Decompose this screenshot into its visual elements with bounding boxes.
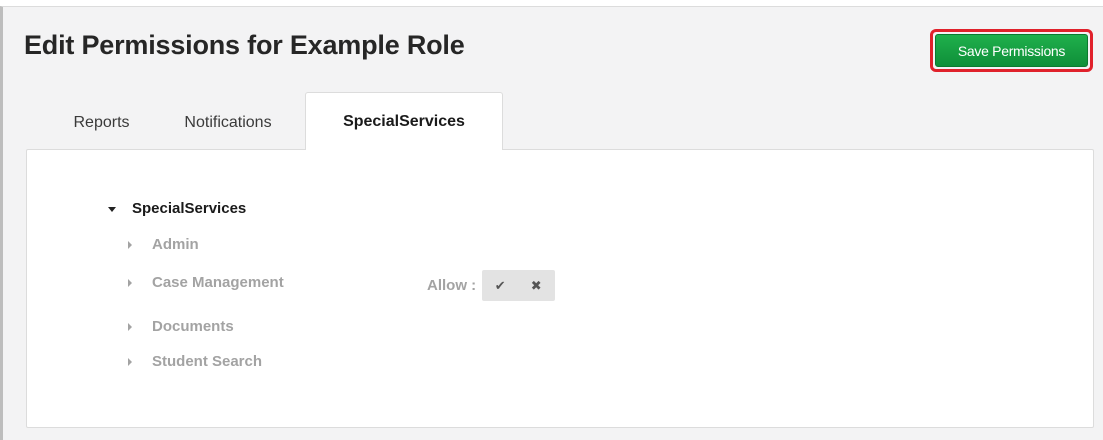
tab-notifications[interactable]: Notifications <box>168 99 288 147</box>
tree-item-student-search[interactable]: Student Search <box>128 353 262 370</box>
save-permissions-button[interactable]: Save Permissions <box>935 34 1088 67</box>
tree-item-label: Documents <box>152 318 234 335</box>
allow-control: Allow : ✔ ✖ <box>427 270 556 301</box>
page-title: Edit Permissions for Example Role <box>24 30 465 60</box>
caret-right-icon[interactable] <box>128 357 132 366</box>
caret-right-icon[interactable] <box>128 240 132 249</box>
tree-item-case-management[interactable]: Case Management <box>128 274 284 291</box>
cross-icon[interactable]: ✖ <box>518 270 554 301</box>
tree-item-label: Student Search <box>152 353 263 370</box>
tree-root-label: SpecialServices <box>132 200 247 217</box>
caret-right-icon[interactable] <box>128 278 132 287</box>
tree-item-admin[interactable]: Admin <box>128 236 199 253</box>
caret-right-icon[interactable] <box>128 322 132 331</box>
tree-root[interactable]: SpecialServices <box>108 200 246 217</box>
allow-label: Allow : <box>427 277 477 294</box>
tab-reports[interactable]: Reports <box>64 99 139 147</box>
allow-toggle-group: ✔ ✖ <box>482 270 556 301</box>
caret-down-icon[interactable] <box>108 206 116 212</box>
check-icon[interactable]: ✔ <box>482 270 518 301</box>
tree-item-label: Case Management <box>152 274 284 291</box>
tab-specialservices[interactable]: SpecialServices <box>305 92 503 150</box>
tree-item-label: Admin <box>152 236 199 253</box>
save-button-highlight: Save Permissions <box>930 29 1093 72</box>
tree-item-documents[interactable]: Documents <box>128 318 234 335</box>
